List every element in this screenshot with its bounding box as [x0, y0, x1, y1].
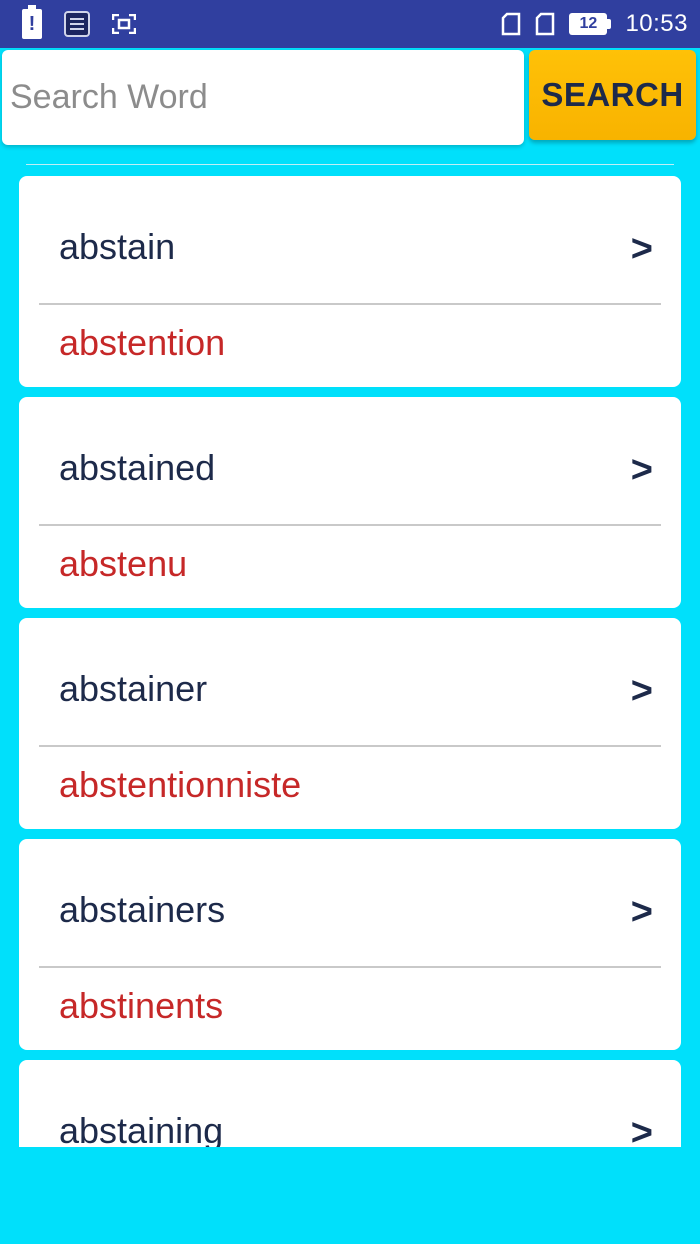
result-card[interactable]: abstainer > abstentionniste — [19, 618, 681, 829]
status-bar: ! 12 10:53 — [0, 0, 700, 48]
result-card[interactable]: abstained > abstenu — [19, 397, 681, 608]
chevron-right-icon: > — [630, 449, 653, 491]
chevron-right-icon: > — [630, 891, 653, 933]
translation-text: abstinents — [59, 985, 224, 1026]
search-button[interactable]: SEARCH — [529, 50, 696, 140]
translation-text: abstenu — [59, 543, 188, 584]
translation-text: abstentionniste — [59, 764, 302, 805]
screenshot-icon — [111, 13, 137, 35]
chevron-right-icon: > — [630, 1112, 653, 1147]
sim-icon — [536, 12, 555, 36]
result-card[interactable]: abstain > abstention — [19, 176, 681, 387]
word-text: abstaining — [59, 1110, 224, 1147]
word-text: abstainers — [59, 889, 226, 930]
word-text: abstain — [59, 226, 176, 267]
divider — [39, 303, 661, 305]
clock: 10:53 — [625, 10, 688, 37]
divider — [39, 966, 661, 968]
battery-alert-icon: ! — [22, 5, 42, 39]
word-text: abstained — [59, 447, 216, 488]
search-input[interactable]: Search Word — [2, 50, 524, 145]
battery-level: 12 — [569, 13, 608, 35]
list-icon — [64, 11, 90, 37]
word-text: abstainer — [59, 668, 208, 709]
divider — [39, 524, 661, 526]
battery-icon: 12 — [569, 13, 612, 35]
result-card[interactable]: abstainers > abstinents — [19, 839, 681, 1050]
sim-icon — [502, 12, 521, 36]
divider — [39, 745, 661, 747]
chevron-right-icon: > — [630, 670, 653, 712]
result-card[interactable]: abstaining > — [19, 1060, 681, 1147]
divider — [26, 164, 674, 165]
translation-text: abstention — [59, 322, 226, 363]
results-list: abstain > abstention abstained > abstenu… — [0, 174, 700, 1147]
chevron-right-icon: > — [630, 228, 653, 270]
